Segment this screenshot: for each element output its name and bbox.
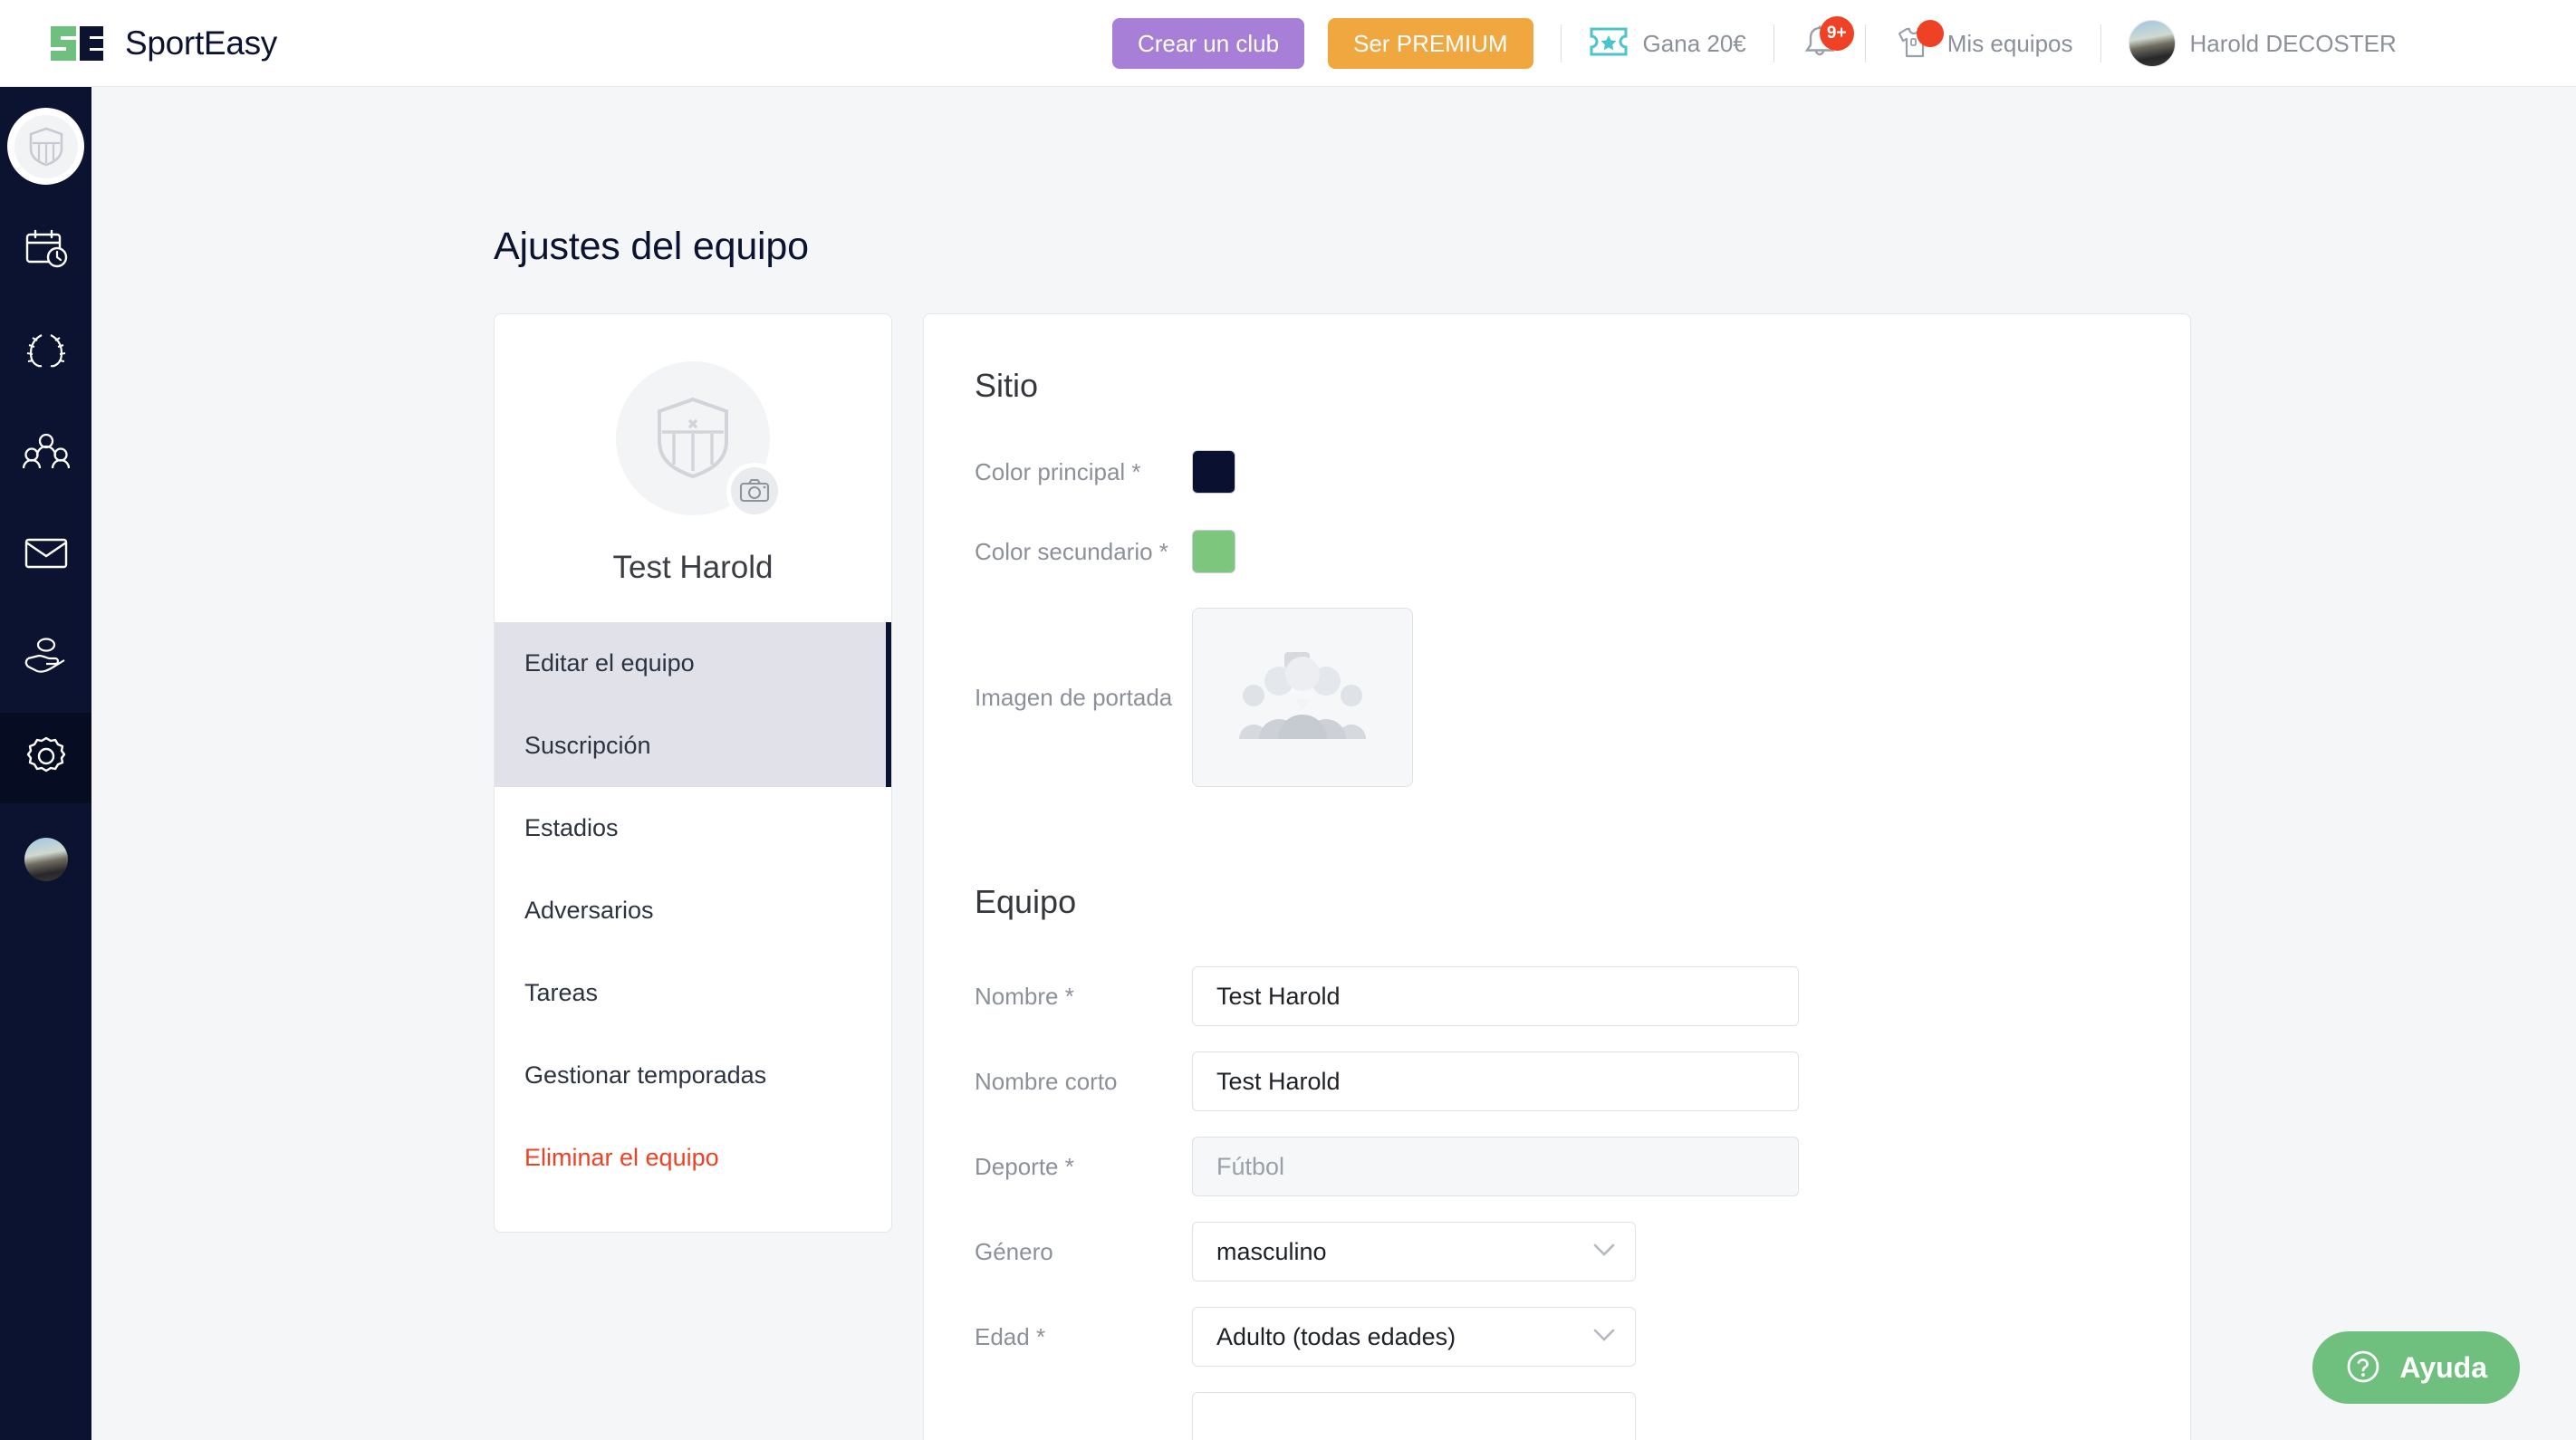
rail-item-finances[interactable] — [0, 611, 91, 702]
header-actions: Crear un club Ser PREMIUM Gana 20€ 9+ Mi… — [1112, 0, 2397, 87]
gender-label: Género — [975, 1237, 1053, 1265]
next-select-wrapper — [1192, 1392, 1636, 1440]
help-label: Ayuda — [2399, 1350, 2487, 1384]
primary-color-label: Color principal * — [975, 457, 1141, 485]
menu-item-edit-team[interactable]: Editar el equipo — [495, 622, 886, 705]
divider — [1864, 24, 1866, 62]
hand-coin-icon — [23, 636, 70, 678]
ticket-star-icon — [1589, 26, 1629, 62]
rail-item-calendar[interactable] — [0, 206, 91, 296]
menu-item-stadiums[interactable]: Estadios — [495, 787, 891, 869]
go-premium-button[interactable]: Ser PREMIUM — [1328, 18, 1533, 69]
user-avatar — [24, 838, 68, 881]
team-logo-uploader[interactable] — [616, 361, 783, 519]
team-name-input[interactable] — [1192, 966, 1799, 1026]
field-row-sport: Deporte * — [975, 1137, 2190, 1196]
rail-item-profile[interactable] — [0, 814, 91, 905]
gender-select-wrapper: masculino — [1192, 1222, 1636, 1282]
field-row-name: Nombre * — [975, 966, 2190, 1026]
age-select[interactable]: Adulto (todas edades) — [1192, 1307, 1636, 1367]
envelope-icon — [24, 536, 69, 575]
team-name-label: Test Harold — [612, 550, 774, 585]
sport-label: Deporte * — [975, 1152, 1074, 1180]
field-row-short-name: Nombre corto — [975, 1051, 2190, 1111]
cover-image-label: Imagen de portada — [975, 683, 1173, 711]
divider — [1560, 24, 1562, 62]
bell-icon: 9+ — [1802, 16, 1854, 63]
people-group-icon — [22, 432, 70, 476]
age-select-wrapper: Adulto (todas edades) — [1192, 1307, 1636, 1367]
user-name-label: Harold DECOSTER — [2189, 29, 2397, 57]
rail-item-team-logo[interactable] — [7, 108, 84, 185]
menu-item-opponents[interactable]: Adversarios — [495, 869, 891, 952]
team-identity-block: Test Harold — [495, 314, 891, 622]
notifications-button[interactable]: 9+ — [1802, 16, 1854, 63]
menu-item-subscription[interactable]: Suscripción — [495, 705, 886, 787]
laurel-wreath-icon — [24, 331, 69, 375]
brand-name: SportEasy — [125, 24, 277, 62]
sporteasy-se-logo-icon — [49, 24, 105, 62]
settings-menu-list: Estadios Adversarios Tareas Gestionar te… — [495, 787, 891, 1232]
top-header: SportEasy Crear un club Ser PREMIUM Gana… — [0, 0, 2576, 87]
rail-item-members[interactable] — [0, 408, 91, 499]
my-teams-label: Mis equipos — [1946, 29, 2073, 57]
teams-alert-dot — [1916, 20, 1944, 47]
primary-color-swatch[interactable] — [1192, 450, 1235, 494]
age-label: Edad * — [975, 1322, 1046, 1350]
calendar-clock-icon — [24, 228, 69, 274]
field-row-primary-color: Color principal * — [975, 450, 2190, 494]
gender-select[interactable]: masculino — [1192, 1222, 1636, 1282]
user-avatar — [2128, 20, 2176, 67]
section-title-site: Sitio — [975, 367, 1039, 404]
team-short-name-input[interactable] — [1192, 1051, 1799, 1111]
help-button[interactable]: Ayuda — [2312, 1331, 2520, 1404]
sport-input — [1192, 1137, 1799, 1196]
rail-item-competitions[interactable] — [0, 307, 91, 398]
team-settings-card: Test Harold Editar el equipo Suscripción… — [494, 313, 892, 1233]
short-name-label: Nombre corto — [975, 1067, 1118, 1095]
create-club-button[interactable]: Crear un club — [1112, 18, 1305, 69]
page-content: Ajustes del equipo Test Harold Editar el… — [91, 87, 2576, 1440]
camera-icon[interactable] — [726, 463, 783, 519]
field-row-cover-image: Imagen de portada — [975, 608, 2190, 787]
gear-icon — [24, 734, 68, 782]
divider — [1773, 24, 1774, 62]
brand-logo[interactable]: SportEasy — [49, 24, 277, 62]
menu-item-tasks[interactable]: Tareas — [495, 952, 891, 1034]
team-edit-form-card: Sitio Color principal * Color secundario… — [923, 313, 2191, 1440]
section-title-team: Equipo — [975, 883, 1077, 920]
next-select[interactable] — [1192, 1392, 1636, 1440]
shield-icon — [14, 114, 78, 178]
field-row-gender: Género masculino — [975, 1222, 2190, 1282]
divider — [2100, 24, 2101, 62]
rail-item-messages[interactable] — [0, 510, 91, 600]
user-menu[interactable]: Harold DECOSTER — [2128, 20, 2397, 67]
field-row-age: Edad * Adulto (todas edades) — [975, 1307, 2190, 1367]
notification-count-badge: 9+ — [1819, 16, 1854, 51]
field-row-secondary-color: Color secundario * — [975, 530, 2190, 573]
secondary-color-swatch[interactable] — [1192, 530, 1235, 573]
referral-label: Gana 20€ — [1642, 29, 1746, 57]
page-title: Ajustes del equipo — [494, 225, 809, 268]
name-label: Nombre * — [975, 982, 1074, 1010]
menu-item-delete-team[interactable]: Eliminar el equipo — [495, 1117, 891, 1199]
jersey-icon — [1893, 20, 1944, 63]
menu-item-manage-seasons[interactable]: Gestionar temporadas — [495, 1034, 891, 1117]
referral-link[interactable]: Gana 20€ — [1589, 26, 1746, 62]
team-placeholder-icon — [1234, 648, 1371, 747]
secondary-color-label: Color secundario * — [975, 537, 1168, 565]
left-nav-rail — [0, 87, 91, 1440]
cover-image-uploader[interactable] — [1192, 608, 1413, 787]
my-teams-link[interactable]: Mis equipos — [1893, 20, 2073, 63]
settings-menu-active-group: Editar el equipo Suscripción — [495, 622, 891, 787]
rail-item-settings[interactable] — [0, 713, 91, 803]
question-circle-icon — [2345, 1349, 2381, 1387]
field-row-next-partial — [975, 1392, 2190, 1440]
